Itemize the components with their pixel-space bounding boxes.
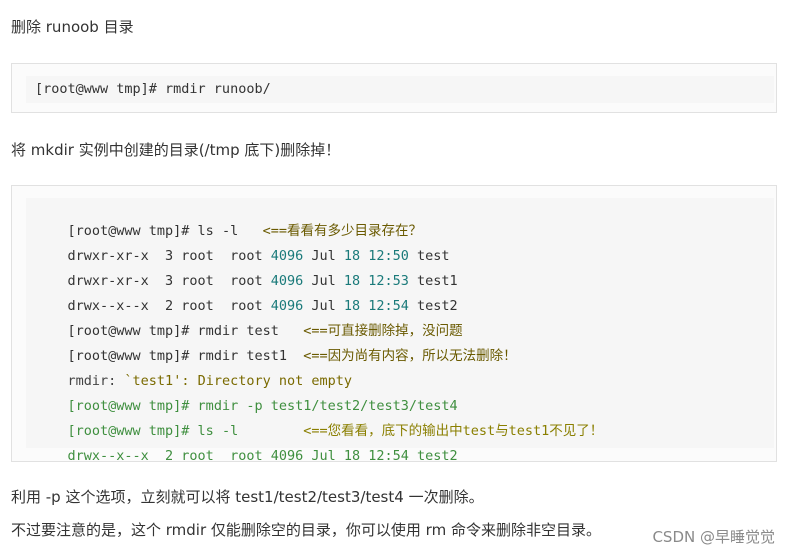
paragraph-rmdir-note: 不过要注意的是，这个 rmdir 仅能删除空的目录，你可以使用 rm 命令来删除… [11, 521, 601, 539]
code-line: drwx--x--x 2 root root 4096 Jul 18 12:54… [35, 426, 458, 486]
code-block-rmdir-runoob: [root@www tmp]# rmdir runoob/ [11, 63, 777, 113]
code-text: drwx--x--x 2 root root 4096 Jul 18 12:54… [67, 448, 458, 464]
paragraph-p-option: 利用 -p 这个选项，立刻就可以将 test1/test2/test3/test… [11, 488, 484, 506]
code-line: [root@www tmp]# rmdir runoob/ [35, 81, 271, 97]
paragraph-delete-runoob: 删除 runoob 目录 [11, 18, 134, 36]
csdn-watermark: CSDN @早睡觉觉 [652, 528, 775, 546]
code-block-rmdir-examples: [root@www tmp]# ls -l <==看看有多少目录存在？ drwx… [11, 185, 777, 464]
paragraph-delete-mkdir-dirs: 将 mkdir 实例中创建的目录(/tmp 底下)删除掉！ [11, 141, 341, 159]
